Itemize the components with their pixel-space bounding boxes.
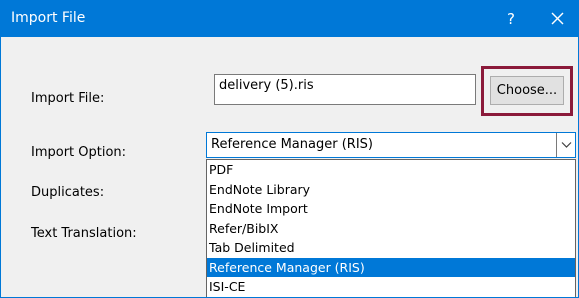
import-option-label: Import Option:: [31, 145, 127, 160]
import-option-value: Reference Manager (RIS): [211, 137, 373, 152]
window-title: Import File: [11, 10, 86, 26]
import-file-label: Import File:: [31, 91, 105, 106]
dropdown-option-reference-manager-ris[interactable]: Reference Manager (RIS): [207, 257, 575, 277]
dropdown-option-isi-ce[interactable]: ISI-CE: [207, 277, 575, 297]
help-button[interactable]: ?: [499, 7, 523, 31]
dropdown-option-refer-bibix[interactable]: Refer/BibIX: [207, 219, 575, 239]
text-translation-label: Text Translation:: [31, 226, 137, 241]
import-file-field[interactable]: delivery (5).ris: [214, 74, 476, 105]
dropdown-option-endnote-import[interactable]: EndNote Import: [207, 199, 575, 219]
import-option-select[interactable]: Reference Manager (RIS): [206, 132, 576, 158]
dropdown-option-tab-delimited[interactable]: Tab Delimited: [207, 238, 575, 258]
dropdown-arrow-button[interactable]: [556, 133, 575, 157]
close-button[interactable]: [544, 7, 570, 31]
dropdown-option-pdf[interactable]: PDF: [207, 160, 575, 180]
choose-button[interactable]: Choose...: [490, 76, 564, 105]
titlebar: Import File ?: [1, 1, 578, 37]
close-icon: [551, 12, 564, 25]
duplicates-label: Duplicates:: [31, 185, 105, 200]
chevron-down-icon: [561, 142, 572, 148]
import-file-dialog: Import File ? Import File: delivery (5).…: [0, 0, 579, 298]
dropdown-option-endnote-library[interactable]: EndNote Library: [207, 180, 575, 200]
import-option-dropdown-list: PDF EndNote Library EndNote Import Refer…: [206, 159, 576, 297]
